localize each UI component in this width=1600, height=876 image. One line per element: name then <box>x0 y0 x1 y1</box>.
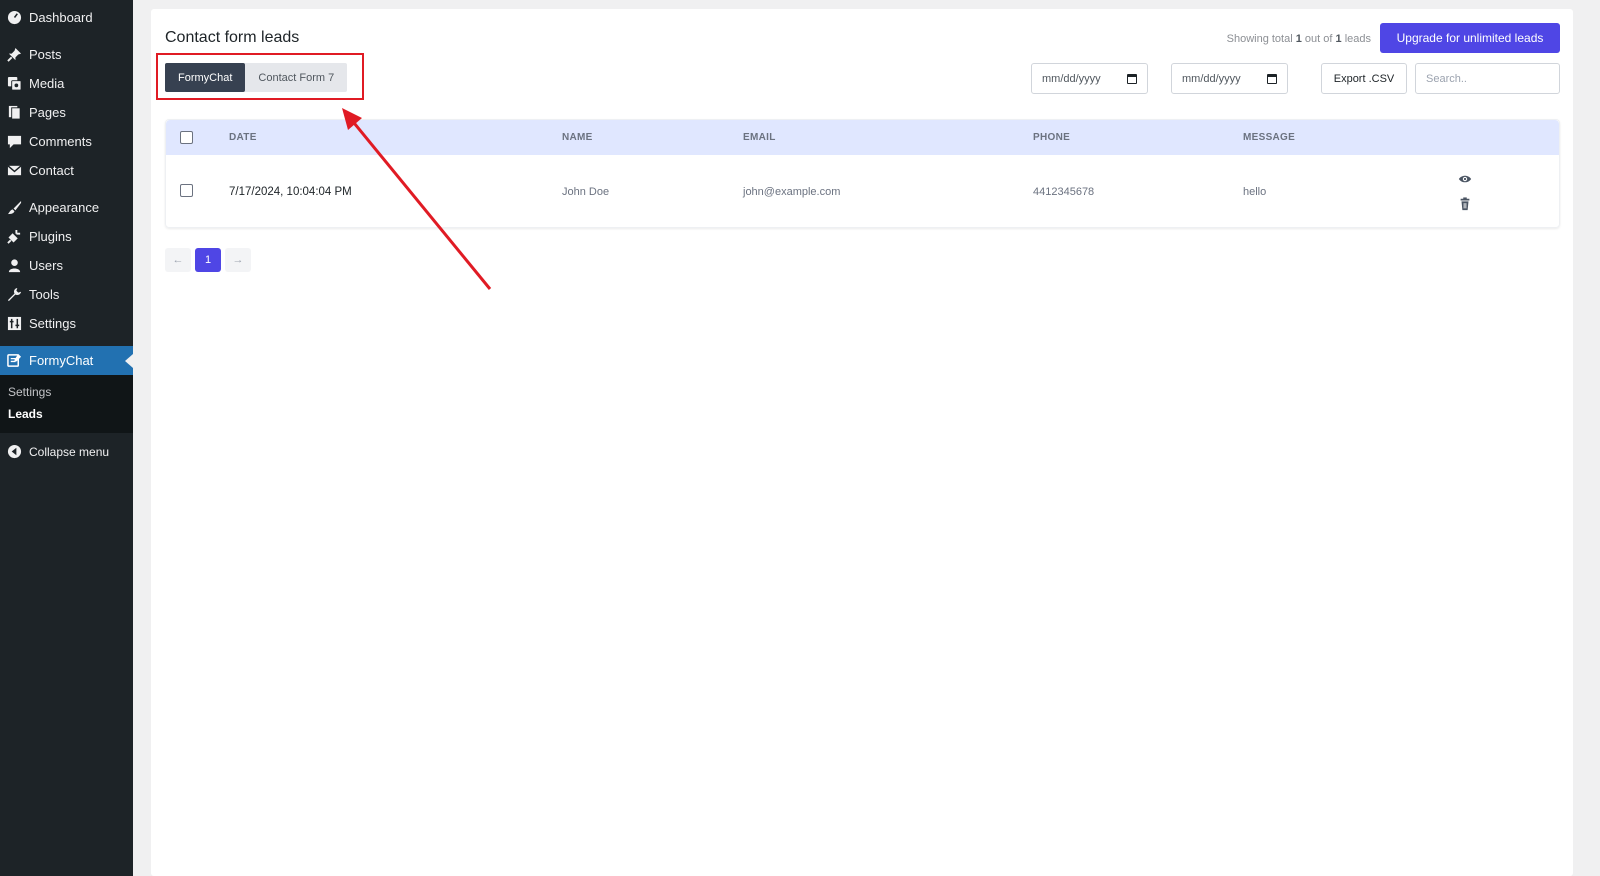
submenu-item-settings[interactable]: Settings <box>0 381 133 403</box>
date-from-placeholder: mm/dd/yyyy <box>1042 72 1101 85</box>
sidebar-item-appearance[interactable]: Appearance <box>0 193 133 222</box>
page-title: Contact form leads <box>165 29 300 46</box>
collapse-menu-label: Collapse menu <box>29 444 110 459</box>
row-checkbox[interactable] <box>180 184 193 197</box>
leads-card: Contact form leads Showing total 1 out o… <box>151 9 1573 876</box>
pagination: ← 1 → <box>165 248 251 272</box>
table-header: DATE NAME EMAIL PHONE MESSAGE <box>166 120 1559 155</box>
sidebar-item-users[interactable]: Users <box>0 251 133 280</box>
showing-suffix: leads <box>1344 33 1371 45</box>
brush-icon <box>6 200 22 216</box>
sidebar-item-label: Settings <box>29 316 76 331</box>
plugin-icon <box>6 229 22 245</box>
page-button-current[interactable]: 1 <box>195 248 221 272</box>
formychat-submenu: Settings Leads <box>0 375 133 433</box>
select-all-checkbox[interactable] <box>180 131 193 144</box>
pages-icon <box>6 105 22 121</box>
search-input[interactable] <box>1415 63 1560 94</box>
sidebar-item-posts[interactable]: Posts <box>0 40 133 69</box>
sidebar-item-label: Appearance <box>29 200 100 215</box>
media-icon <box>6 76 22 92</box>
user-icon <box>6 258 22 274</box>
column-header-name: NAME <box>562 132 593 143</box>
sidebar-item-label: Tools <box>29 287 60 302</box>
submenu-item-leads[interactable]: Leads <box>0 403 133 425</box>
view-eye-icon[interactable] <box>1458 172 1472 186</box>
sidebar-item-label: Posts <box>29 47 62 62</box>
cell-date: 7/17/2024, 10:04:04 PM <box>229 186 352 198</box>
sidebar-item-settings[interactable]: Settings <box>0 309 133 338</box>
calendar-icon[interactable] <box>1267 73 1277 84</box>
cell-message: hello <box>1243 186 1267 198</box>
comment-icon <box>6 134 22 150</box>
calendar-icon[interactable] <box>1127 73 1137 84</box>
export-csv-button[interactable]: Export .CSV <box>1321 63 1407 94</box>
sidebar-item-label: Users <box>29 258 63 273</box>
cell-phone: 4412345678 <box>1033 186 1095 198</box>
sidebar-item-plugins[interactable]: Plugins <box>0 222 133 251</box>
sidebar-item-contact[interactable]: Contact <box>0 156 133 185</box>
column-header-email: EMAIL <box>743 132 776 143</box>
sidebar-item-comments[interactable]: Comments <box>0 127 133 156</box>
column-header-phone: PHONE <box>1033 132 1071 143</box>
settings-icon <box>6 316 22 332</box>
date-to-placeholder: mm/dd/yyyy <box>1182 72 1241 85</box>
sidebar-item-media[interactable]: Media <box>0 69 133 98</box>
column-header-message: MESSAGE <box>1243 132 1296 143</box>
sidebar-item-formychat[interactable]: FormyChat <box>0 346 133 375</box>
showing-count-value: 1 <box>1295 33 1302 45</box>
showing-count: Showing total 1 out of 1 leads <box>1227 33 1371 45</box>
highlight-box <box>156 53 364 100</box>
sidebar-item-label: FormyChat <box>29 353 94 368</box>
dashboard-icon <box>6 10 22 26</box>
wrench-icon <box>6 287 22 303</box>
delete-trash-icon[interactable] <box>1458 197 1472 211</box>
showing-middle: out of <box>1304 33 1333 45</box>
sidebar-item-pages[interactable]: Pages <box>0 98 133 127</box>
column-header-date: DATE <box>229 132 257 143</box>
collapse-icon <box>6 444 22 460</box>
sidebar-item-label: Dashboard <box>29 10 93 25</box>
prev-page-button[interactable]: ← <box>165 248 191 272</box>
sidebar-item-label: Contact <box>29 163 74 178</box>
date-from-field[interactable]: mm/dd/yyyy <box>1031 63 1148 94</box>
cell-email: john@example.com <box>743 186 841 198</box>
next-page-button[interactable]: → <box>225 248 251 272</box>
date-to-field[interactable]: mm/dd/yyyy <box>1171 63 1288 94</box>
showing-prefix: Showing total <box>1226 33 1293 45</box>
showing-total-value: 1 <box>1335 33 1342 45</box>
table-row: 7/17/2024, 10:04:04 PM John Doe john@exa… <box>166 155 1559 228</box>
sidebar-item-label: Plugins <box>29 229 72 244</box>
collapse-menu-button[interactable]: Collapse menu <box>0 437 133 466</box>
sidebar-item-label: Pages <box>29 105 66 120</box>
upgrade-button[interactable]: Upgrade for unlimited leads <box>1380 23 1560 53</box>
pin-icon <box>6 47 22 63</box>
admin-sidebar: Dashboard Posts Media Pages Comments Con… <box>0 0 133 876</box>
sidebar-item-label: Media <box>29 76 65 91</box>
formychat-icon <box>6 353 22 369</box>
sidebar-item-tools[interactable]: Tools <box>0 280 133 309</box>
mail-icon <box>6 163 22 179</box>
sidebar-item-label: Comments <box>29 134 92 149</box>
leads-table: DATE NAME EMAIL PHONE MESSAGE 7/17/2024,… <box>165 119 1560 228</box>
sidebar-item-dashboard[interactable]: Dashboard <box>0 3 133 32</box>
cell-name: John Doe <box>562 186 610 198</box>
